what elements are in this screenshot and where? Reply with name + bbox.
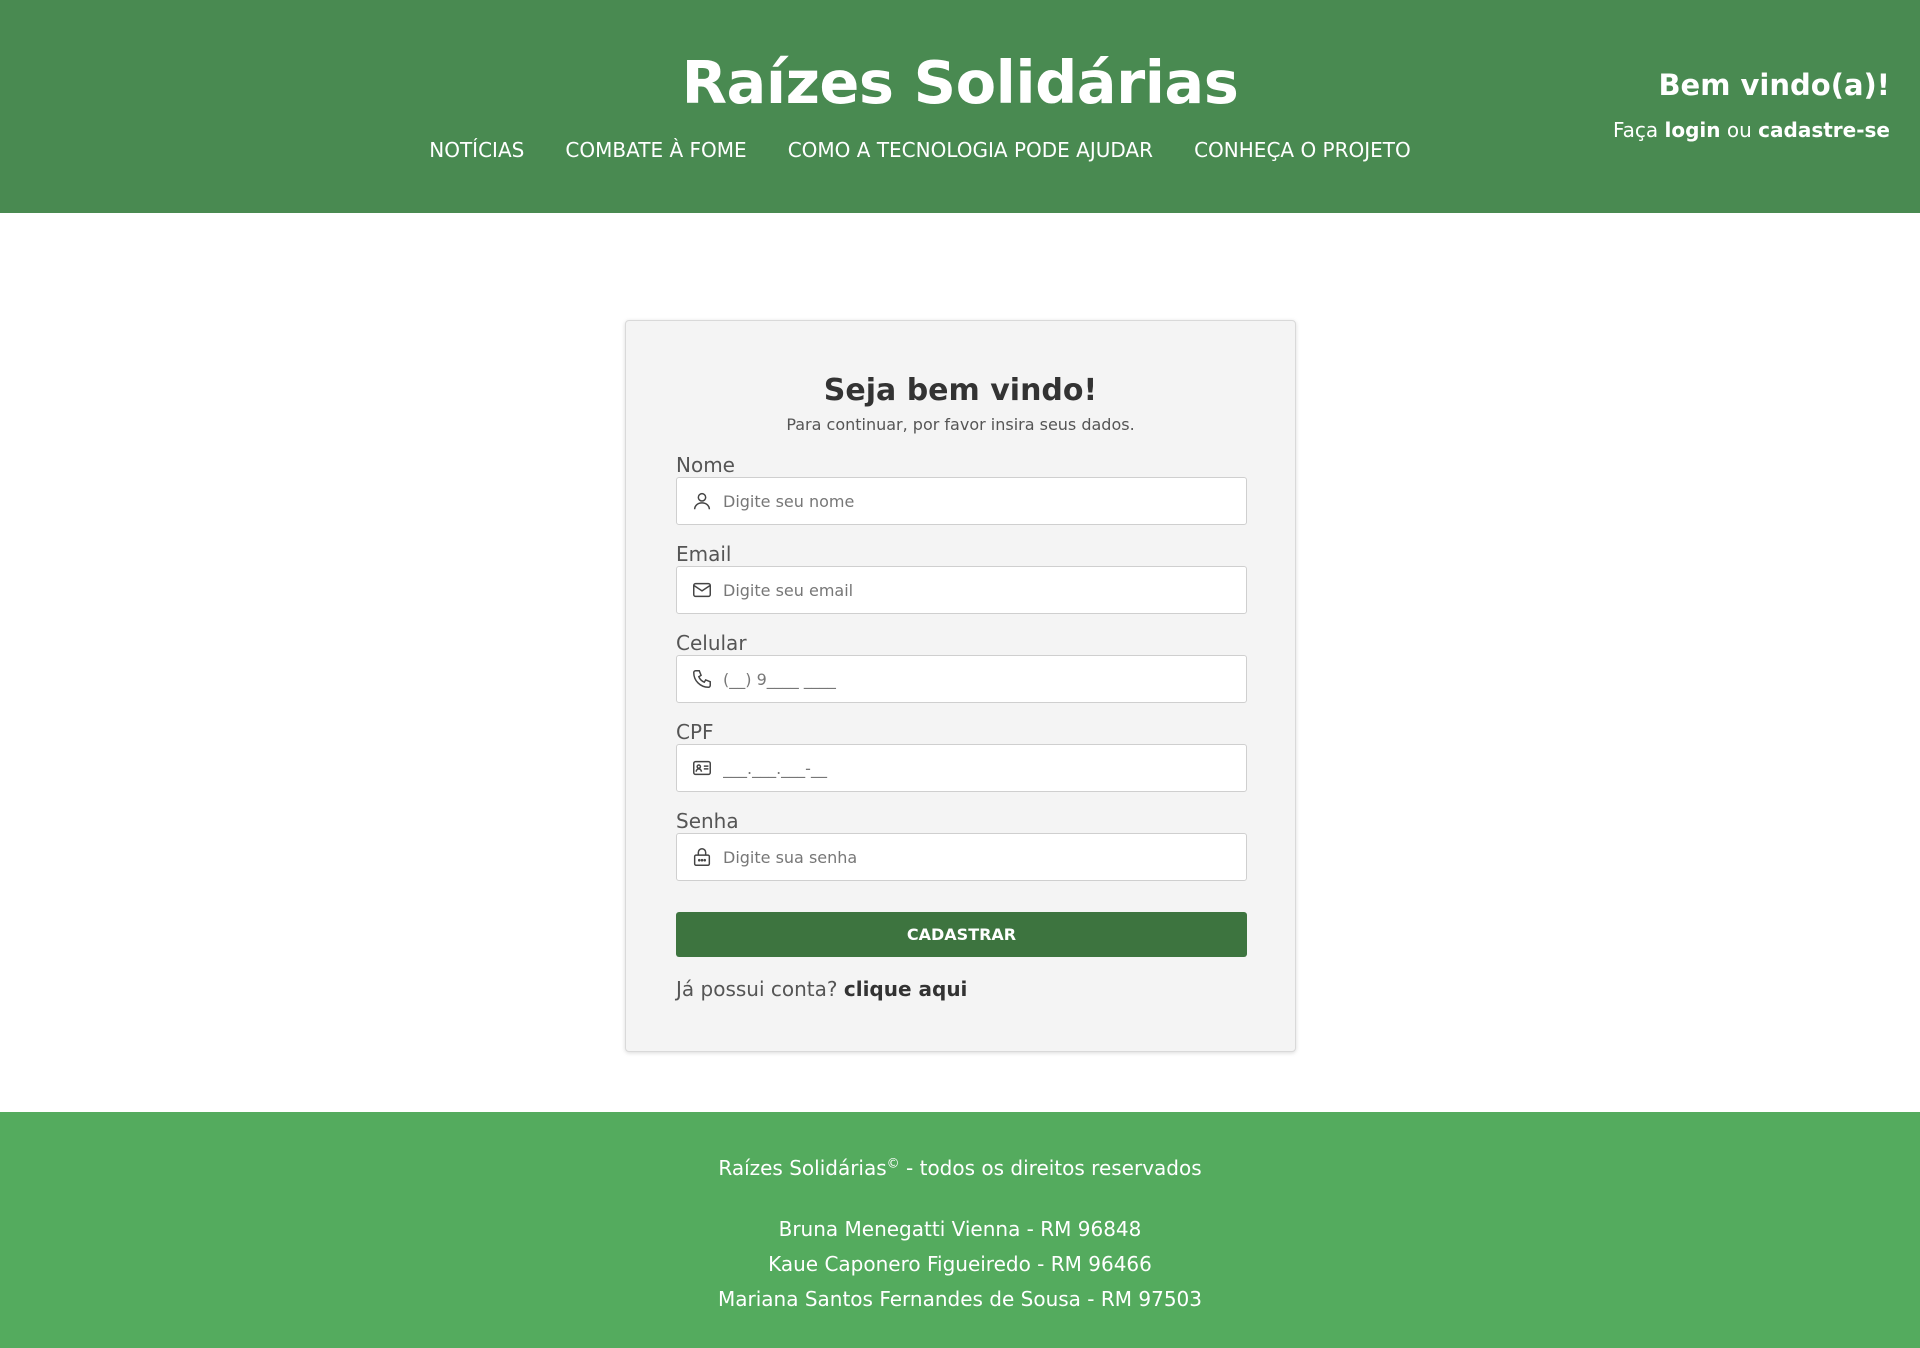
form-title: Seja bem vindo! <box>823 373 1098 408</box>
site-header: Raízes Solidárias NOTÍCIAS COMBATE À FOM… <box>0 0 1920 213</box>
name-field: Nome <box>676 453 1247 525</box>
site-footer: Raízes Solidárias© - todos os direitos r… <box>0 1112 1920 1348</box>
form-subtitle: Para continuar, por favor insira seus da… <box>786 415 1135 434</box>
welcome-box: Bem vindo(a)! Faça login ou cadastre-se <box>1613 68 1890 142</box>
id-card-icon <box>693 760 711 776</box>
nav-tecnologia[interactable]: COMO A TECNOLOGIA PODE AJUDAR <box>788 138 1153 162</box>
has-account-text: Já possui conta? <box>676 977 838 1001</box>
click-here-link[interactable]: clique aqui <box>844 977 968 1001</box>
phone-input-box[interactable] <box>676 655 1247 703</box>
cpf-field: CPF <box>676 720 1247 792</box>
register-button[interactable]: CADASTRAR <box>676 912 1247 957</box>
email-input-box[interactable] <box>676 566 1247 614</box>
welcome-title: Bem vindo(a)! <box>1658 68 1890 102</box>
footer-brand: Raízes Solidárias <box>718 1156 887 1180</box>
author-item: Kaue Caponero Figueiredo - RM 96466 <box>768 1252 1152 1276</box>
author-item: Mariana Santos Fernandes de Sousa - RM 9… <box>718 1287 1202 1311</box>
mail-icon <box>693 582 711 598</box>
password-label: Senha <box>676 809 739 833</box>
email-label: Email <box>676 542 732 566</box>
name-input[interactable] <box>723 478 1233 524</box>
user-icon <box>693 492 711 510</box>
welcome-or: ou <box>1726 118 1752 142</box>
footer-rights: - todos os direitos reservados <box>906 1156 1202 1180</box>
copyright-line: Raízes Solidárias© - todos os direitos r… <box>0 1156 1920 1180</box>
signup-link[interactable]: cadastre-se <box>1758 118 1890 142</box>
lock-icon <box>693 848 711 866</box>
password-input-box[interactable] <box>676 833 1247 881</box>
copyright-mark: © <box>886 1156 900 1172</box>
name-input-box[interactable] <box>676 477 1247 525</box>
author-item: Bruna Menegatti Vienna - RM 96848 <box>778 1217 1142 1241</box>
cpf-input-box[interactable] <box>676 744 1247 792</box>
email-field: Email <box>676 542 1247 614</box>
phone-label: Celular <box>676 631 747 655</box>
cpf-label: CPF <box>676 720 714 744</box>
nav-conheca-o-projeto[interactable]: CONHEÇA O PROJETO <box>1194 138 1411 162</box>
welcome-line: Faça login ou cadastre-se <box>1613 118 1890 142</box>
password-field: Senha <box>676 809 1247 881</box>
name-label: Nome <box>676 453 735 477</box>
signup-card: Seja bem vindo! Para continuar, por favo… <box>625 320 1296 1052</box>
email-input[interactable] <box>723 567 1233 613</box>
nav-noticias[interactable]: NOTÍCIAS <box>429 138 524 162</box>
has-account-line: Já possui conta? clique aqui <box>676 977 967 1001</box>
phone-field: Celular <box>676 631 1247 703</box>
cpf-input[interactable] <box>723 745 1233 791</box>
password-input[interactable] <box>723 834 1233 880</box>
phone-icon <box>693 670 711 688</box>
nav-combate-a-fome[interactable]: COMBATE À FOME <box>565 138 746 162</box>
main-nav: NOTÍCIAS COMBATE À FOME COMO A TECNOLOGI… <box>0 138 1840 162</box>
authors-list: Bruna Menegatti Vienna - RM 96848 Kaue C… <box>0 1212 1920 1317</box>
phone-input[interactable] <box>723 656 1233 702</box>
login-link[interactable]: login <box>1665 118 1721 142</box>
welcome-prefix: Faça <box>1612 118 1659 142</box>
